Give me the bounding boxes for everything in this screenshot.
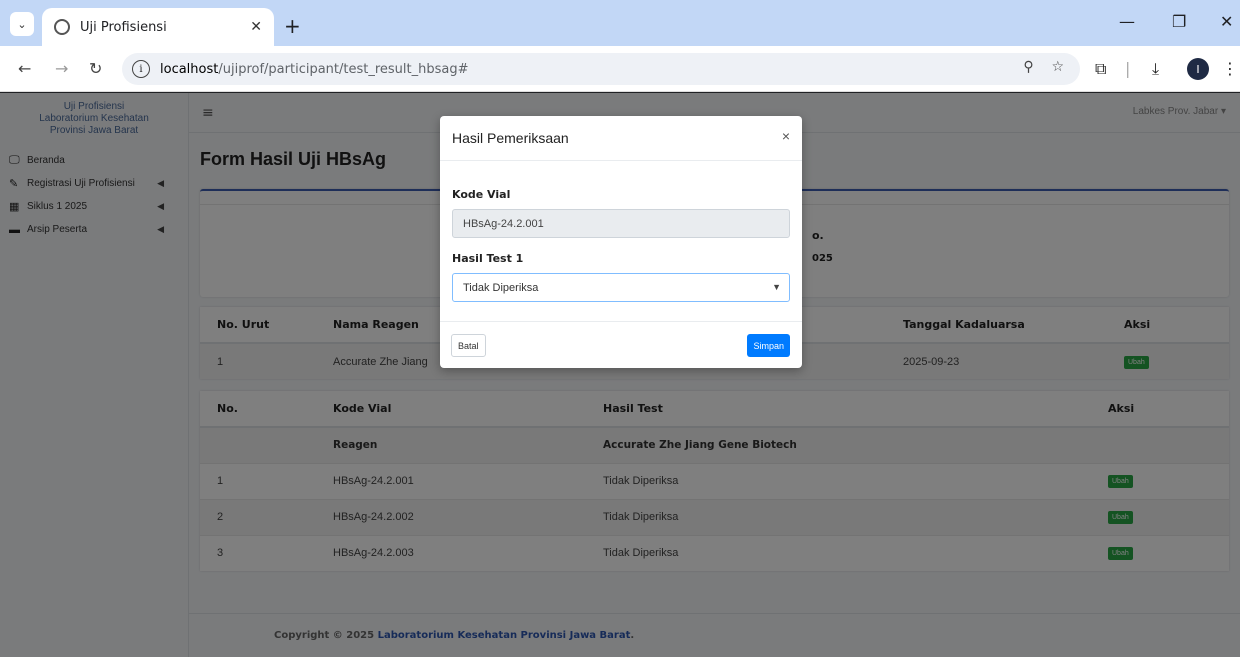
close-tab-icon[interactable]: ✕ bbox=[250, 19, 262, 35]
browser-tab-strip: ⌄ Uji Profisiensi ✕ + — ❐ ✕ bbox=[0, 0, 1240, 46]
tab-search-icon[interactable]: ⌄ bbox=[10, 12, 34, 36]
extensions-icon[interactable]: ⧉ bbox=[1095, 59, 1106, 79]
modal-title: Hasil Pemeriksaan bbox=[452, 130, 569, 146]
hasil-test-label: Hasil Test 1 bbox=[452, 252, 524, 265]
selected-option: Tidak Diperiksa bbox=[463, 281, 539, 294]
zoom-icon[interactable]: ⚲ bbox=[1023, 59, 1033, 75]
menu-kebab-icon[interactable]: ⋮ bbox=[1222, 59, 1238, 78]
hasil-test-select[interactable]: Tidak Diperiksa ▼ bbox=[452, 273, 790, 302]
toolbar-divider: | bbox=[1125, 59, 1131, 78]
minimize-icon[interactable]: — bbox=[1119, 12, 1135, 31]
modal-header: Hasil Pemeriksaan × bbox=[440, 116, 802, 161]
bookmark-star-icon[interactable]: ☆ bbox=[1051, 59, 1064, 75]
globe-icon bbox=[54, 19, 70, 35]
site-info-icon[interactable]: i bbox=[132, 60, 150, 78]
back-icon[interactable]: ← bbox=[18, 59, 31, 78]
url-field[interactable]: i localhost/ujiprof/participant/test_res… bbox=[122, 53, 1080, 85]
cancel-button[interactable]: Batal bbox=[451, 334, 486, 357]
forward-icon[interactable]: → bbox=[55, 59, 68, 78]
result-modal: Hasil Pemeriksaan × Kode Vial HBsAg-24.2… bbox=[440, 116, 802, 368]
browser-tab[interactable]: Uji Profisiensi ✕ bbox=[42, 8, 274, 46]
reload-icon[interactable]: ↻ bbox=[89, 59, 102, 78]
address-bar: ← → ↻ i localhost/ujiprof/participant/te… bbox=[0, 46, 1240, 92]
kode-vial-label: Kode Vial bbox=[452, 188, 511, 201]
modal-footer: Batal Simpan bbox=[440, 321, 802, 368]
close-window-icon[interactable]: ✕ bbox=[1220, 12, 1233, 31]
restore-icon[interactable]: ❐ bbox=[1172, 12, 1186, 31]
close-icon[interactable]: × bbox=[782, 128, 790, 144]
kode-vial-field[interactable]: HBsAg-24.2.001 bbox=[452, 209, 790, 238]
profile-avatar[interactable]: I bbox=[1187, 58, 1209, 80]
modal-body: Kode Vial HBsAg-24.2.001 Hasil Test 1 Ti… bbox=[440, 161, 802, 302]
url-host: localhost bbox=[160, 61, 219, 77]
new-tab-icon[interactable]: + bbox=[284, 14, 301, 38]
tab-title: Uji Profisiensi bbox=[80, 19, 167, 35]
url-path: /ujiprof/participant/test_result_hbsag# bbox=[218, 61, 469, 77]
download-icon[interactable]: ⤓ bbox=[1152, 59, 1159, 79]
save-button[interactable]: Simpan bbox=[747, 334, 790, 357]
chevron-down-icon: ▼ bbox=[772, 282, 781, 292]
